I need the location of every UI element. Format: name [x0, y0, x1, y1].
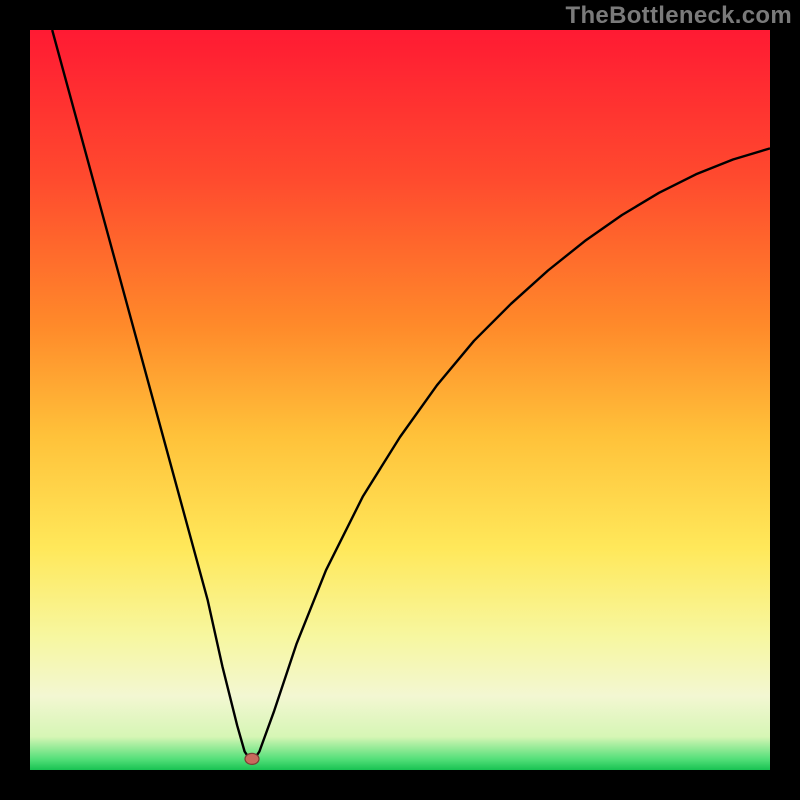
optimal-point-marker	[245, 753, 259, 764]
bottleneck-chart	[30, 30, 770, 770]
chart-frame: TheBottleneck.com	[0, 0, 800, 800]
plot-area	[30, 30, 770, 770]
watermark-text: TheBottleneck.com	[566, 2, 792, 30]
gradient-background	[30, 30, 770, 770]
